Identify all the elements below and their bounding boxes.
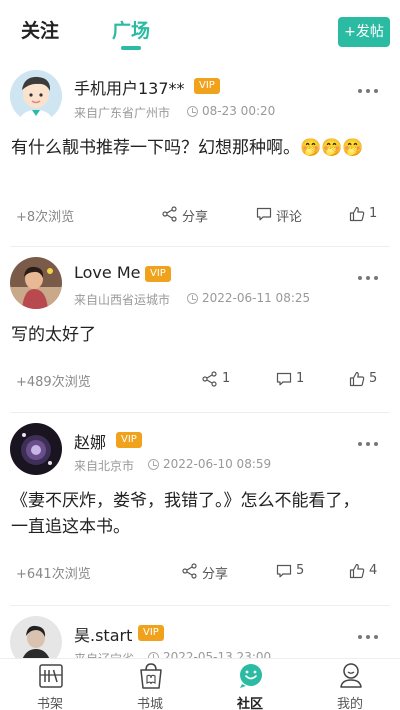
share-icon: [162, 206, 177, 222]
clock-icon: [148, 459, 159, 470]
vip-badge: VIP: [145, 266, 171, 282]
comment-icon: [276, 564, 292, 578]
user-location: 来自山西省运城市: [74, 293, 171, 307]
post-content[interactable]: 写的太好了: [11, 322, 386, 348]
post-time: 2022-06-10 08:59: [163, 457, 272, 471]
shopping-bag-icon: [140, 663, 162, 689]
thumbs-up-icon: [349, 563, 365, 579]
like-count: 4: [369, 563, 378, 578]
post-content[interactable]: 《妻不厌炸，娄爷，我错了。》怎么不能看了，一直追这本书。: [11, 488, 371, 540]
vip-badge: VIP: [194, 78, 220, 94]
thumbs-up-icon: [349, 371, 365, 387]
vip-badge: VIP: [138, 625, 164, 641]
comment-count: 5: [296, 563, 305, 578]
clock-icon: [187, 293, 198, 304]
user-name[interactable]: 赵娜: [74, 429, 106, 453]
post-card[interactable]: 手机用户137** VIP 来自广东省广州市 08-23 00:20 有什么靓书…: [0, 60, 400, 247]
bottom-nav: 书架 书城 社区 我的: [0, 658, 400, 710]
user-location: 来自广东省广州市: [74, 106, 171, 120]
nav-bookshelf-label: 书架: [36, 697, 63, 710]
user-location: 来自北京市: [74, 459, 135, 473]
like-count: 5: [369, 371, 378, 386]
more-options-icon[interactable]: [356, 632, 380, 642]
active-tab-indicator: [121, 46, 141, 50]
comment-label: 评论: [276, 210, 303, 225]
share-count: 1: [222, 371, 231, 386]
avatar[interactable]: [10, 423, 62, 475]
post-content[interactable]: 有什么靓书推荐一下吗？幻想那种啊。🤭🤭🤭: [11, 135, 386, 161]
nav-community-label: 社区: [236, 697, 263, 710]
post-time: 2022-06-11 08:25: [202, 291, 311, 305]
post-card[interactable]: 昊.start VIP 来自辽宁省 2022-05-13 23:00: [0, 606, 400, 658]
more-options-icon[interactable]: [356, 86, 380, 96]
view-count: +489次浏览: [16, 375, 91, 390]
nav-bookstore[interactable]: 书城: [100, 659, 200, 710]
like-count: 1: [369, 206, 378, 221]
comment-count: 1: [296, 371, 305, 386]
view-count: +641次浏览: [16, 567, 91, 582]
thumbs-up-icon: [349, 206, 365, 222]
top-header: 关注 广场 +发帖: [0, 0, 400, 60]
post-card[interactable]: 赵娜 VIP 来自北京市 2022-06-10 08:59 《妻不厌炸，娄爷，我…: [0, 413, 400, 606]
post-feed[interactable]: 手机用户137** VIP 来自广东省广州市 08-23 00:20 有什么靓书…: [0, 60, 400, 658]
user-icon: [340, 663, 362, 688]
user-name[interactable]: Love Me: [74, 263, 140, 282]
vip-badge: VIP: [116, 432, 142, 448]
post-card[interactable]: Love Me VIP 来自山西省运城市 2022-06-11 08:25 写的…: [0, 247, 400, 413]
view-count: +8次浏览: [16, 210, 75, 225]
nav-bookshelf[interactable]: 书架: [0, 659, 100, 710]
user-location: 来自辽宁省: [74, 650, 134, 658]
avatar[interactable]: [10, 257, 62, 309]
post-time: 2022-05-13 23:00: [163, 650, 272, 658]
tab-square[interactable]: 广场: [112, 16, 150, 43]
more-options-icon[interactable]: [356, 439, 380, 449]
community-icon: [240, 664, 262, 688]
more-options-icon[interactable]: [356, 273, 380, 283]
share-icon: [182, 563, 197, 579]
share-label: 分享: [202, 567, 229, 582]
nav-bookstore-label: 书城: [136, 697, 163, 710]
avatar[interactable]: [10, 70, 62, 122]
nav-mine-label: 我的: [336, 697, 363, 710]
user-name[interactable]: 手机用户137**: [74, 75, 185, 99]
post-time: 08-23 00:20: [202, 104, 276, 118]
comment-icon: [276, 372, 292, 386]
tab-follow[interactable]: 关注: [21, 16, 59, 43]
new-post-button[interactable]: +发帖: [338, 17, 390, 47]
share-label: 分享: [182, 210, 209, 225]
bookshelf-icon: [39, 664, 63, 688]
nav-mine[interactable]: 我的: [300, 659, 400, 710]
comment-icon: [256, 207, 272, 221]
avatar[interactable]: [10, 616, 62, 658]
clock-icon: [187, 106, 198, 117]
user-name[interactable]: 昊.start: [74, 622, 132, 646]
share-icon: [202, 371, 217, 387]
nav-community[interactable]: 社区: [200, 659, 300, 710]
